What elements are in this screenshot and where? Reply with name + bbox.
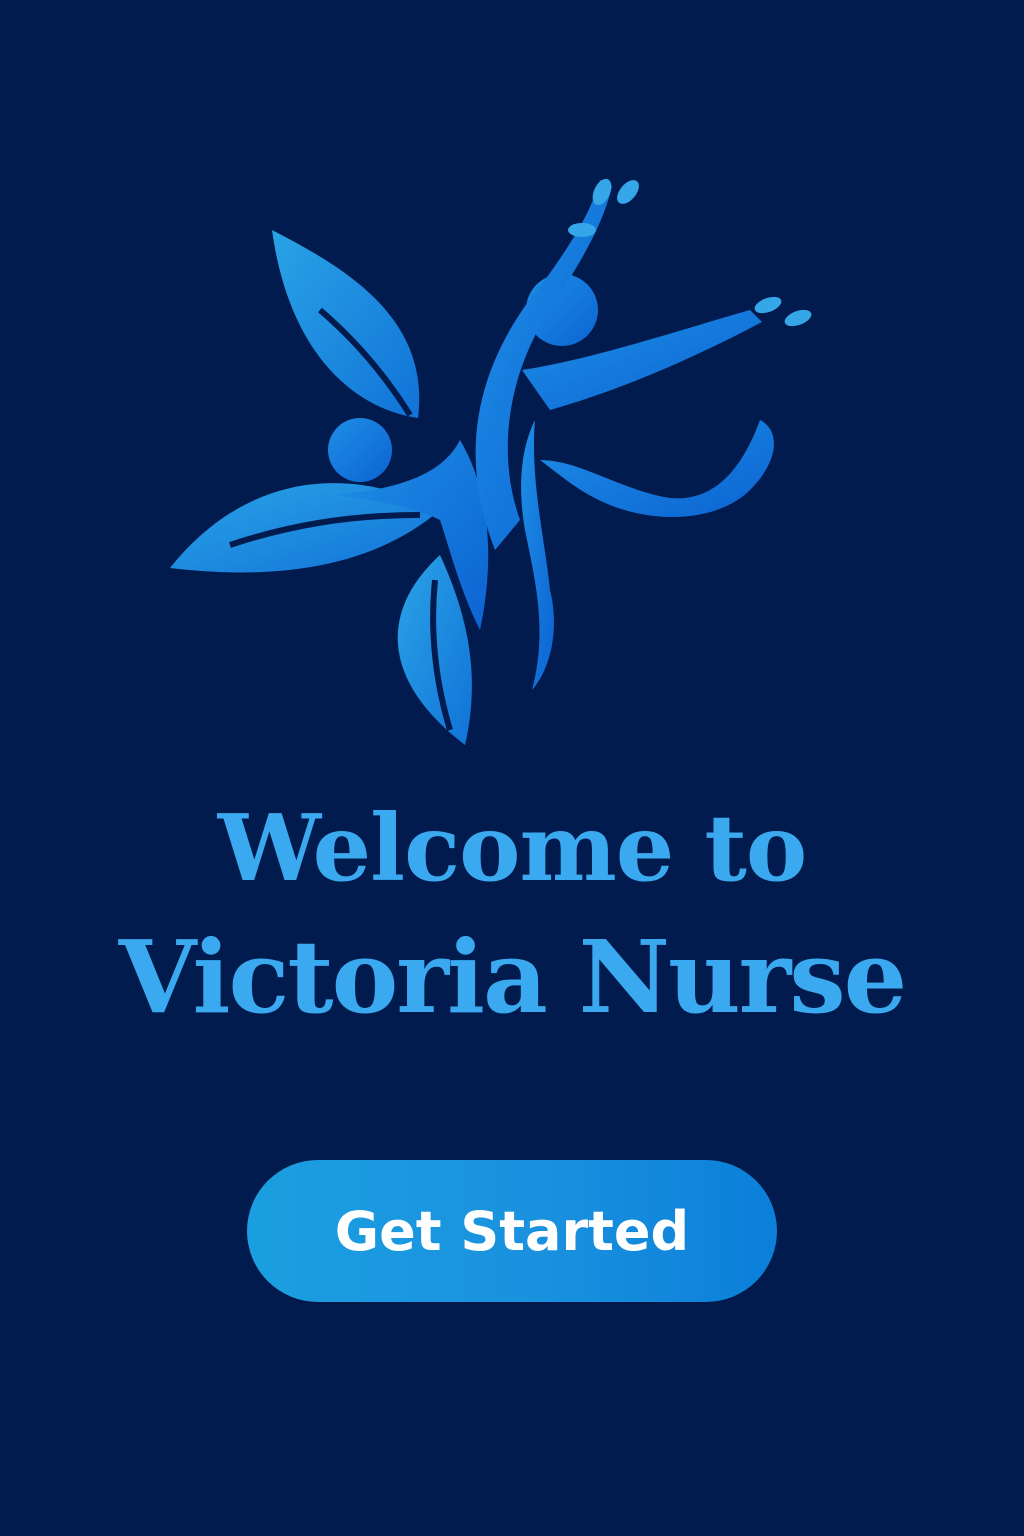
victoria-nurse-logo-icon xyxy=(150,160,850,760)
get-started-button[interactable]: Get Started xyxy=(247,1160,777,1302)
welcome-heading-line2: Victoria Nurse xyxy=(118,918,908,1036)
welcome-heading-line1: Welcome to xyxy=(217,794,807,902)
welcome-screen: Welcome to Victoria Nurse Get Started xyxy=(0,0,1024,1536)
